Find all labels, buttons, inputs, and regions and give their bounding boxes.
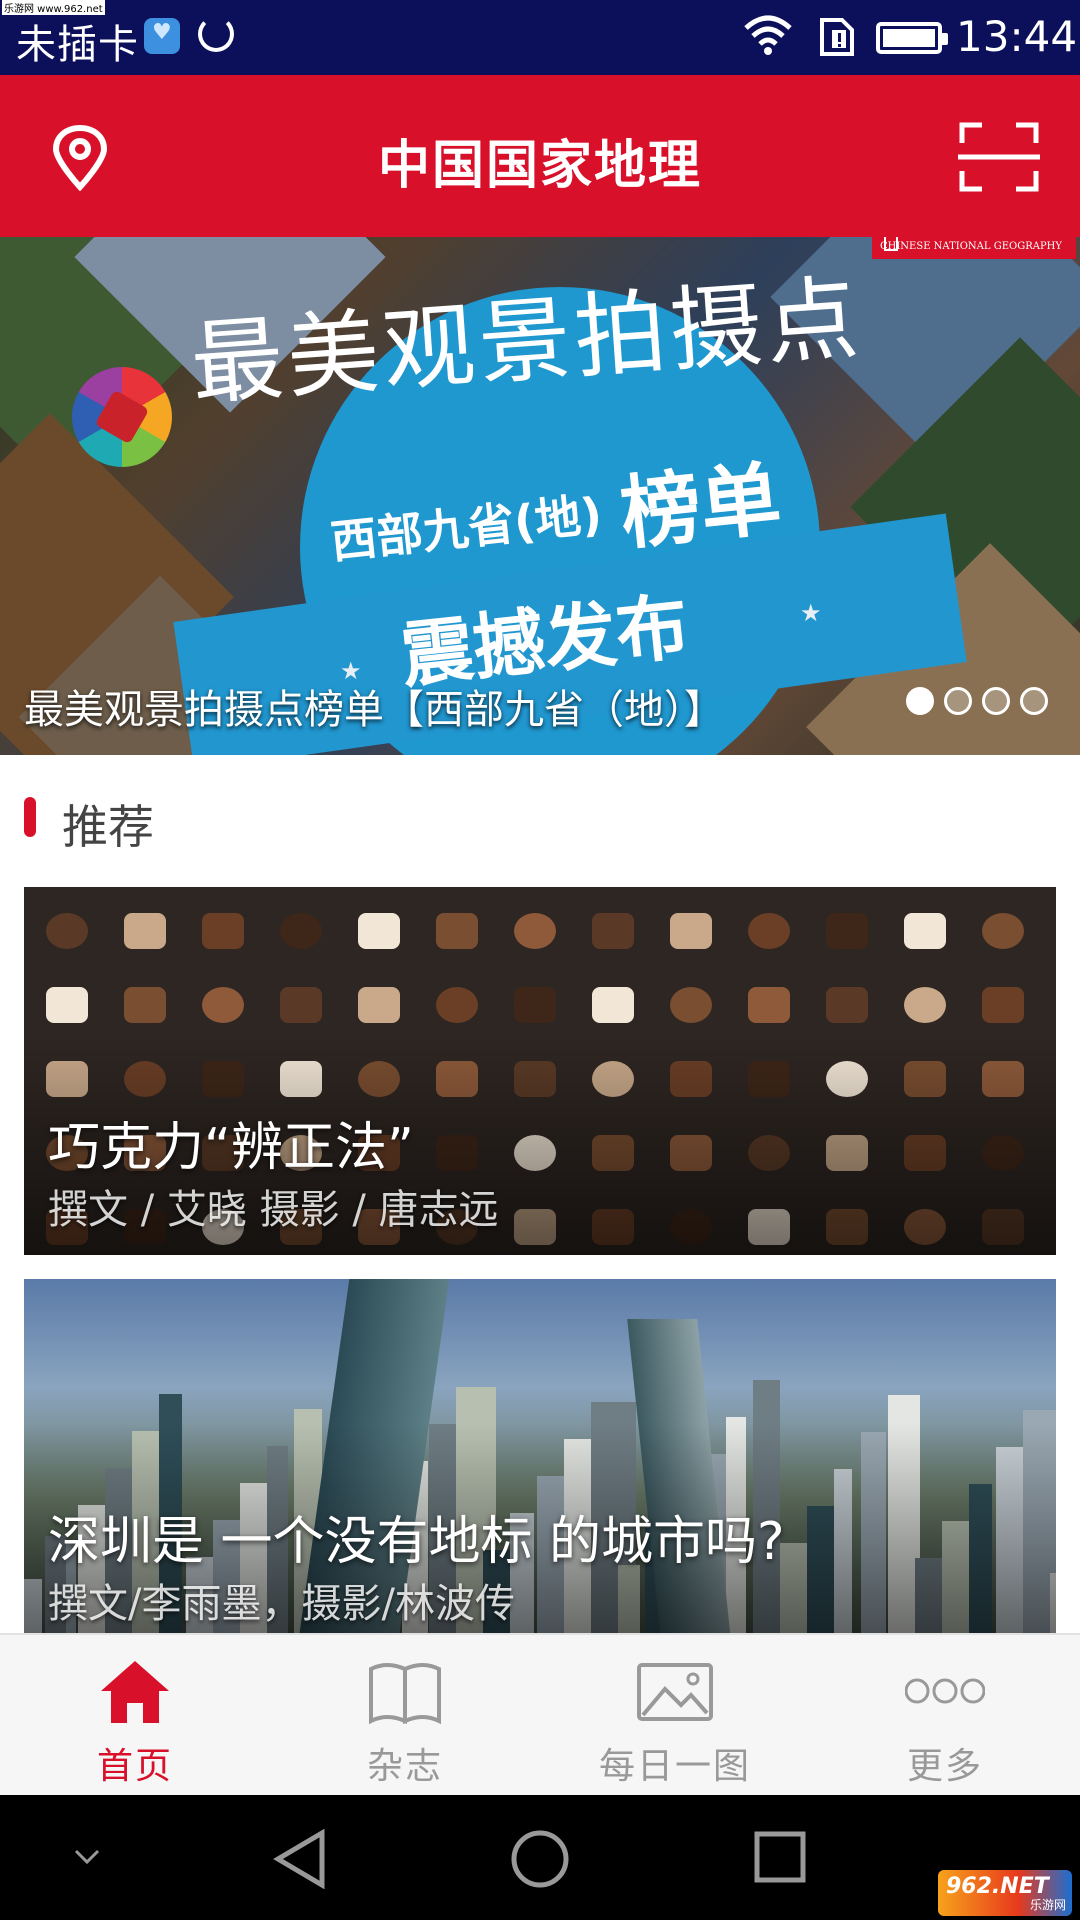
clock: 13:44 xyxy=(956,12,1078,61)
chocolate-piece xyxy=(46,987,88,1023)
site-logo-watermark: 962.NET 乐游网 xyxy=(938,1870,1072,1916)
chevron-down-icon[interactable] xyxy=(72,1847,102,1867)
chocolate-piece xyxy=(202,913,244,949)
chocolate-piece xyxy=(514,987,556,1023)
page-title: 中国国家地理 xyxy=(377,136,702,196)
article-title: 巧克力“辨正法” xyxy=(48,1118,414,1178)
site-logo-sub: 乐游网 xyxy=(1029,1898,1066,1912)
chocolate-piece xyxy=(826,987,868,1023)
chocolate-piece xyxy=(124,987,166,1023)
chocolate-piece xyxy=(592,913,634,949)
chocolate-piece xyxy=(436,987,478,1023)
chocolate-piece xyxy=(904,913,946,949)
star-icon: ★ xyxy=(800,599,822,627)
brand-text: CHINESE NATIONAL GEOGRAPHY xyxy=(879,241,1062,252)
status-bar: 乐游网 www.962.net 未插卡 13:44 xyxy=(0,0,1080,75)
nav-home[interactable]: 首页 xyxy=(0,1635,270,1797)
bottom-nav: 首页 杂志 每日一图 更多 xyxy=(0,1633,1080,1795)
scan-icon[interactable] xyxy=(958,121,1040,193)
chocolate-piece xyxy=(280,913,322,949)
chocolate-piece xyxy=(982,987,1024,1023)
article-credit: 撰文/李雨墨，摄影/林波传 xyxy=(48,1581,515,1627)
chocolate-piece xyxy=(124,913,166,949)
carousel-indicator xyxy=(906,687,1048,715)
nav-daily-image[interactable]: 每日一图 xyxy=(540,1635,810,1797)
nav-label: 首页 xyxy=(96,1746,173,1787)
chocolate-piece xyxy=(982,913,1024,949)
banner-list-text: 榜单 xyxy=(616,451,786,562)
carousel-dot[interactable] xyxy=(1020,687,1048,715)
chocolate-piece xyxy=(46,913,88,949)
article-credit: 撰文 / 艾晓 摄影 / 唐志远 xyxy=(48,1187,499,1233)
section-title: 推荐 xyxy=(62,800,154,854)
chocolate-piece xyxy=(514,913,556,949)
app-bar: 中国国家地理 xyxy=(0,75,1080,237)
chocolate-piece xyxy=(358,913,400,949)
home-icon xyxy=(101,1661,169,1723)
camera-aperture-logo xyxy=(72,367,172,467)
article-title: 深圳是 一个没有地标 的城市吗? xyxy=(48,1512,785,1572)
nav-magazine[interactable]: 杂志 xyxy=(270,1635,540,1797)
chocolate-piece xyxy=(748,913,790,949)
article-card[interactable]: 深圳是 一个没有地标 的城市吗? 撰文/李雨墨，摄影/林波传 xyxy=(24,1279,1056,1633)
chocolate-piece xyxy=(358,987,400,1023)
no-sim-icon xyxy=(820,18,854,56)
image-icon xyxy=(637,1663,713,1721)
more-icon xyxy=(905,1678,985,1704)
chocolate-piece xyxy=(592,987,634,1023)
home-circle-icon[interactable] xyxy=(510,1829,570,1889)
nav-label: 杂志 xyxy=(366,1746,443,1787)
wifi-icon xyxy=(744,15,792,55)
article-card[interactable]: 巧克力“辨正法” 撰文 / 艾晓 摄影 / 唐志远 xyxy=(24,887,1056,1255)
sync-icon xyxy=(198,16,234,52)
carousel-dot[interactable] xyxy=(944,687,972,715)
chocolate-piece xyxy=(748,987,790,1023)
carousel-dot[interactable] xyxy=(982,687,1010,715)
book-icon xyxy=(369,1663,441,1725)
chocolate-piece xyxy=(826,913,868,949)
chocolate-piece xyxy=(436,913,478,949)
chocolate-piece xyxy=(280,987,322,1023)
carrier-label: 未插卡 xyxy=(16,22,139,68)
nav-label: 更多 xyxy=(906,1746,983,1787)
recommend-feed[interactable]: 推荐 巧克力“辨正法” 撰文 / 艾晓 摄影 / 唐志远 深圳是 一个没有地标 … xyxy=(0,755,1080,1633)
back-icon[interactable] xyxy=(272,1829,328,1889)
nav-label: 每日一图 xyxy=(598,1746,751,1787)
chocolate-piece xyxy=(670,987,712,1023)
nav-more[interactable]: 更多 xyxy=(810,1635,1080,1797)
battery-icon xyxy=(876,22,948,54)
recents-icon[interactable] xyxy=(754,1831,806,1883)
chocolate-piece xyxy=(904,987,946,1023)
carousel-dot[interactable] xyxy=(906,687,934,715)
banner-carousel[interactable]: CHINESE NATIONAL GEOGRAPHY 最美观景拍摄点 西部九省(… xyxy=(0,237,1080,755)
banner-caption[interactable]: 最美观景拍摄点榜单【西部九省（地）】 xyxy=(24,677,724,735)
system-nav-bar xyxy=(0,1795,1080,1920)
section-accent-bar xyxy=(24,797,36,837)
health-app-icon xyxy=(144,18,180,54)
chocolate-piece xyxy=(670,913,712,949)
chocolate-piece xyxy=(202,987,244,1023)
brand-strip: CHINESE NATIONAL GEOGRAPHY xyxy=(872,237,1076,259)
